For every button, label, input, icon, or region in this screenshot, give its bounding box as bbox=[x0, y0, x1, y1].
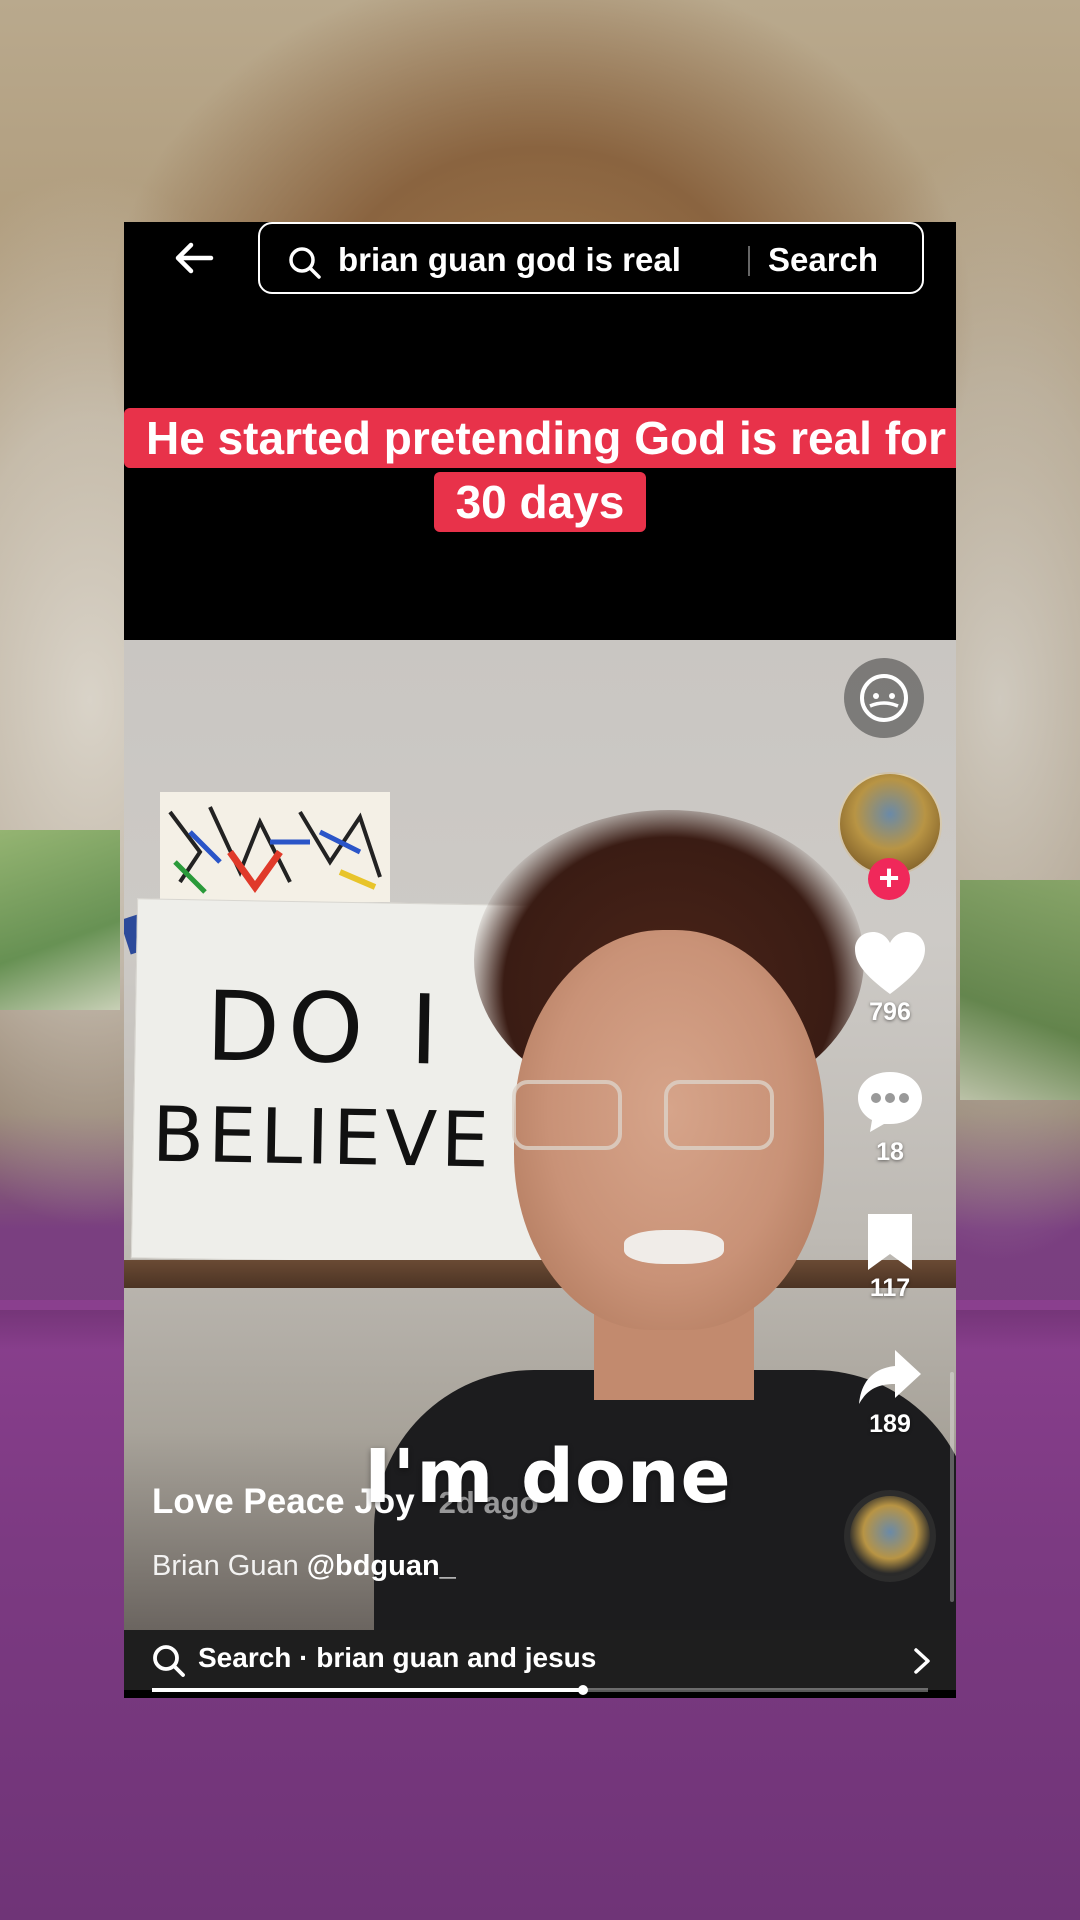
search-icon bbox=[153, 1645, 185, 1677]
back-button[interactable] bbox=[170, 234, 218, 282]
background-window-right bbox=[960, 880, 1080, 1100]
author-line[interactable]: Brian Guan @bdguan_ bbox=[152, 1550, 456, 1583]
video-progress-bar[interactable] bbox=[152, 1685, 928, 1695]
video-caption: He started pretending God is real for 30… bbox=[124, 406, 956, 534]
creator-avatar[interactable]: + bbox=[838, 772, 942, 900]
save-count: 117 bbox=[869, 1274, 911, 1302]
like-button[interactable]: 796 bbox=[840, 930, 940, 1027]
person-mouth bbox=[624, 1230, 724, 1264]
sign-line-1: DO I bbox=[204, 970, 448, 1087]
author-name: Brian Guan bbox=[152, 1550, 299, 1582]
plus-icon[interactable]: + bbox=[868, 858, 910, 900]
comment-bubble-icon bbox=[858, 1072, 922, 1132]
save-button[interactable]: 117 bbox=[840, 1212, 940, 1303]
chevron-right-icon bbox=[914, 1648, 930, 1674]
arrow-left-icon bbox=[175, 242, 214, 274]
search-button[interactable]: Search bbox=[768, 241, 878, 279]
search-header: brian guan god is real Search bbox=[124, 222, 956, 294]
search-icon bbox=[289, 247, 321, 279]
video-subtitle: I'm done bbox=[364, 1434, 732, 1520]
video-progress-fill bbox=[152, 1688, 583, 1692]
face-icon[interactable] bbox=[844, 658, 924, 738]
comment-count: 18 bbox=[876, 1138, 904, 1166]
tiktok-screenshot: brian guan god is real Search He started… bbox=[124, 222, 956, 1698]
share-button[interactable]: 189 bbox=[840, 1346, 940, 1439]
like-count: 796 bbox=[869, 998, 911, 1026]
search-query-text[interactable]: brian guan god is real bbox=[338, 241, 681, 279]
search-input[interactable]: brian guan god is real Search bbox=[258, 222, 924, 294]
music-disc[interactable] bbox=[844, 1490, 936, 1582]
wall-art bbox=[160, 792, 390, 902]
shelf bbox=[124, 1260, 956, 1288]
share-arrow-icon bbox=[859, 1350, 921, 1404]
glasses-left-lens bbox=[512, 1080, 622, 1150]
comment-button[interactable]: 18 bbox=[840, 1068, 940, 1167]
heart-icon bbox=[855, 932, 925, 994]
sign-line-2: BELIEVE bbox=[151, 1089, 494, 1185]
search-divider bbox=[748, 246, 750, 276]
glasses-right-lens bbox=[664, 1080, 774, 1150]
bookmark-icon bbox=[868, 1214, 912, 1270]
scrollbar[interactable] bbox=[950, 1372, 954, 1602]
related-search-bar[interactable]: Search · brian guan and jesus bbox=[124, 1630, 956, 1690]
share-count: 189 bbox=[869, 1410, 911, 1438]
related-search-text: Search · brian guan and jesus bbox=[198, 1642, 597, 1673]
caption-text: He started pretending God is real for 30… bbox=[124, 408, 956, 532]
author-handle[interactable]: @bdguan_ bbox=[307, 1550, 456, 1582]
video-progress-knob[interactable] bbox=[577, 1685, 588, 1695]
background-window-left bbox=[0, 830, 120, 1010]
caption-area: He started pretending God is real for 30… bbox=[124, 294, 956, 640]
